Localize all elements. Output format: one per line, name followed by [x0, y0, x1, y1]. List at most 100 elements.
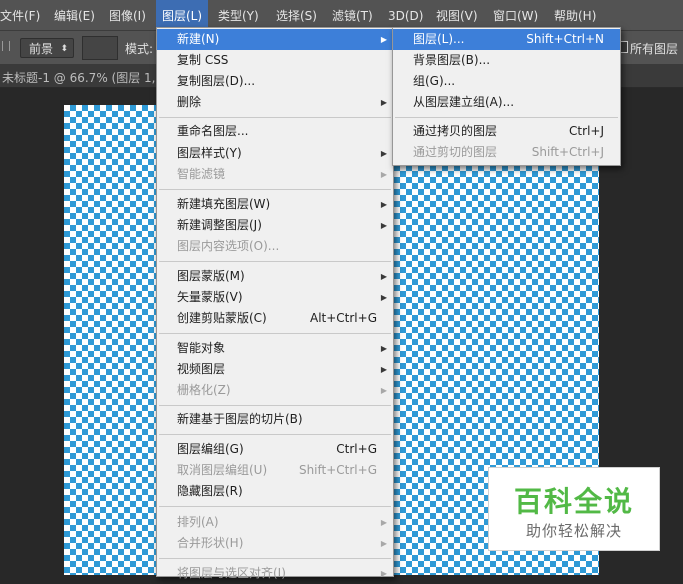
menu-separator	[159, 434, 391, 435]
submenu-arrow-icon: ▶	[380, 539, 387, 548]
menu-item-combine-shapes: 合并形状(H) ▶	[157, 533, 393, 554]
menu-item-label: 新建调整图层(J)	[177, 218, 262, 232]
menu-item-label: 图层(L)...	[413, 32, 465, 46]
menu-item-label: 复制图层(D)...	[177, 74, 256, 88]
menu-item-arrange: 排列(A) ▶	[157, 512, 393, 533]
menu-item-layer-content-options: 图层内容选项(O)...	[157, 236, 393, 257]
menu-separator	[159, 189, 391, 190]
watermark-logo: 百科全说 助你轻松解决	[488, 467, 660, 551]
menu-separator	[159, 117, 391, 118]
menu-item-layer-mask[interactable]: 图层蒙版(M) ▶	[157, 266, 393, 287]
menu-item-rasterize: 栅格化(Z) ▶	[157, 380, 393, 401]
menu-item-label: 新建(N)	[177, 32, 220, 46]
submenu-arrow-icon: ▶	[380, 170, 387, 179]
menu-view[interactable]: 视图(V)	[430, 0, 484, 30]
pattern-swatch[interactable]	[82, 36, 118, 60]
menu-item-delete[interactable]: 删除 ▶	[157, 92, 393, 113]
menu-window[interactable]: 窗口(W)	[487, 0, 544, 30]
menu-item-duplicate-layer[interactable]: 复制图层(D)...	[157, 71, 393, 92]
menu-item-label: 合并形状(H)	[177, 536, 244, 550]
menu-item-copy-css[interactable]: 复制 CSS	[157, 50, 393, 71]
menu-item-label: 取消图层编组(U)	[177, 463, 268, 477]
menu-item-label: 智能滤镜	[177, 167, 226, 181]
menu-separator	[159, 405, 391, 406]
menu-filter[interactable]: 滤镜(T)	[326, 0, 379, 30]
menu-item-smart-filter: 智能滤镜 ▶	[157, 164, 393, 185]
submenu-arrow-icon: ▶	[380, 518, 387, 527]
menu-item-label: 图层蒙版(M)	[177, 269, 245, 283]
menu-separator	[159, 333, 391, 334]
menu-edit[interactable]: 编辑(E)	[48, 0, 101, 30]
tool-handle-icon	[2, 41, 10, 51]
menu-item-shortcut: Ctrl+G	[336, 442, 377, 456]
menu-item-new-fill-layer[interactable]: 新建填充图层(W) ▶	[157, 194, 393, 215]
submenu-arrow-icon: ▶	[380, 35, 387, 44]
menu-item-label: 将图层与选区对齐(I)	[177, 566, 286, 580]
submenu-arrow-icon: ▶	[380, 98, 387, 107]
menu-help[interactable]: 帮助(H)	[548, 0, 602, 30]
foreground-select-value: 前景	[29, 42, 54, 56]
watermark-subtitle: 助你轻松解决	[525, 522, 622, 540]
menu-item-vector-mask[interactable]: 矢量蒙版(V) ▶	[157, 287, 393, 308]
all-layers-label: 所有图层	[630, 42, 679, 56]
menu-separator	[159, 261, 391, 262]
menu-file[interactable]: 文件(F)	[0, 0, 46, 30]
menu-separator	[159, 558, 391, 559]
menu-item-label: 智能对象	[177, 341, 226, 355]
menu-item-label: 从图层建立组(A)...	[413, 95, 515, 109]
menu-item-label: 图层编组(G)	[177, 442, 244, 456]
submenu-arrow-icon: ▶	[380, 200, 387, 209]
submenu-item-layer-via-copy[interactable]: 通过拷贝的图层 Ctrl+J	[393, 121, 620, 142]
menu-item-label: 新建填充图层(W)	[177, 197, 271, 211]
menu-separator	[395, 117, 618, 118]
mode-label: 模式:	[125, 42, 154, 56]
menu-item-label: 删除	[177, 95, 202, 109]
menu-item-label: 矢量蒙版(V)	[177, 290, 243, 304]
submenu-arrow-icon: ▶	[380, 149, 387, 158]
menu-item-label: 复制 CSS	[177, 53, 229, 67]
menu-item-shortcut: Shift+Ctrl+N	[526, 32, 604, 46]
select-arrows-icon: ⬍	[60, 44, 68, 54]
watermark-title: 百科全说	[513, 485, 634, 518]
submenu-arrow-icon: ▶	[380, 221, 387, 230]
menu-image[interactable]: 图像(I)	[103, 0, 152, 30]
submenu-item-layer[interactable]: 图层(L)... Shift+Ctrl+N	[393, 29, 620, 50]
menu-3d[interactable]: 3D(D)	[382, 0, 429, 30]
menu-item-rename-layer[interactable]: 重命名图层...	[157, 121, 393, 142]
foreground-select[interactable]: 前景 ⬍	[20, 38, 74, 58]
menu-item-shortcut: Shift+Ctrl+J	[531, 145, 604, 159]
menu-select[interactable]: 选择(S)	[270, 0, 323, 30]
menu-item-new-layer-based-slice[interactable]: 新建基于图层的切片(B)	[157, 409, 393, 430]
menu-item-new-adjustment-layer[interactable]: 新建调整图层(J) ▶	[157, 215, 393, 236]
menu-item-shortcut: Shift+Ctrl+G	[298, 463, 377, 477]
menu-item-label: 组(G)...	[413, 74, 456, 88]
submenu-item-background-layer[interactable]: 背景图层(B)...	[393, 50, 620, 71]
menu-item-video-layer[interactable]: 视频图层 ▶	[157, 359, 393, 380]
menu-item-label: 图层内容选项(O)...	[177, 239, 280, 253]
menu-item-smart-object[interactable]: 智能对象 ▶	[157, 338, 393, 359]
submenu-item-group[interactable]: 组(G)...	[393, 71, 620, 92]
submenu-arrow-icon: ▶	[380, 365, 387, 374]
menu-item-group-layers[interactable]: 图层编组(G) Ctrl+G	[157, 439, 393, 460]
menu-item-label: 通过拷贝的图层	[413, 124, 498, 138]
menu-item-label: 隐藏图层(R)	[177, 484, 243, 498]
menu-item-ungroup-layers: 取消图层编组(U) Shift+Ctrl+G	[157, 460, 393, 481]
submenu-arrow-icon: ▶	[380, 386, 387, 395]
menu-item-hide-layers[interactable]: 隐藏图层(R)	[157, 481, 393, 502]
layer-menu-dropdown: 新建(N) ▶ 复制 CSS 复制图层(D)... 删除 ▶ 重命名图层... …	[156, 27, 394, 580]
menu-type[interactable]: 类型(Y)	[212, 0, 265, 30]
menu-item-label: 新建基于图层的切片(B)	[177, 412, 303, 426]
menu-item-new[interactable]: 新建(N) ▶	[157, 29, 393, 50]
submenu-arrow-icon: ▶	[380, 569, 387, 578]
menu-layer[interactable]: 图层(L)	[156, 0, 209, 30]
menu-item-create-clipping-mask[interactable]: 创建剪贴蒙版(C) Alt+Ctrl+G	[157, 308, 393, 329]
menu-item-label: 重命名图层...	[177, 124, 249, 138]
new-submenu: 图层(L)... Shift+Ctrl+N 背景图层(B)... 组(G)...…	[392, 27, 621, 166]
menu-item-label: 排列(A)	[177, 515, 219, 529]
menu-item-layer-style[interactable]: 图层样式(Y) ▶	[157, 143, 393, 164]
document-tab-label: 未标题-1 @ 66.7% (图层 1, I	[2, 71, 163, 85]
submenu-arrow-icon: ▶	[380, 272, 387, 281]
submenu-item-group-from-layers[interactable]: 从图层建立组(A)...	[393, 92, 620, 113]
menu-item-align-to-selection: 将图层与选区对齐(I) ▶	[157, 563, 393, 584]
menu-separator	[159, 506, 391, 507]
